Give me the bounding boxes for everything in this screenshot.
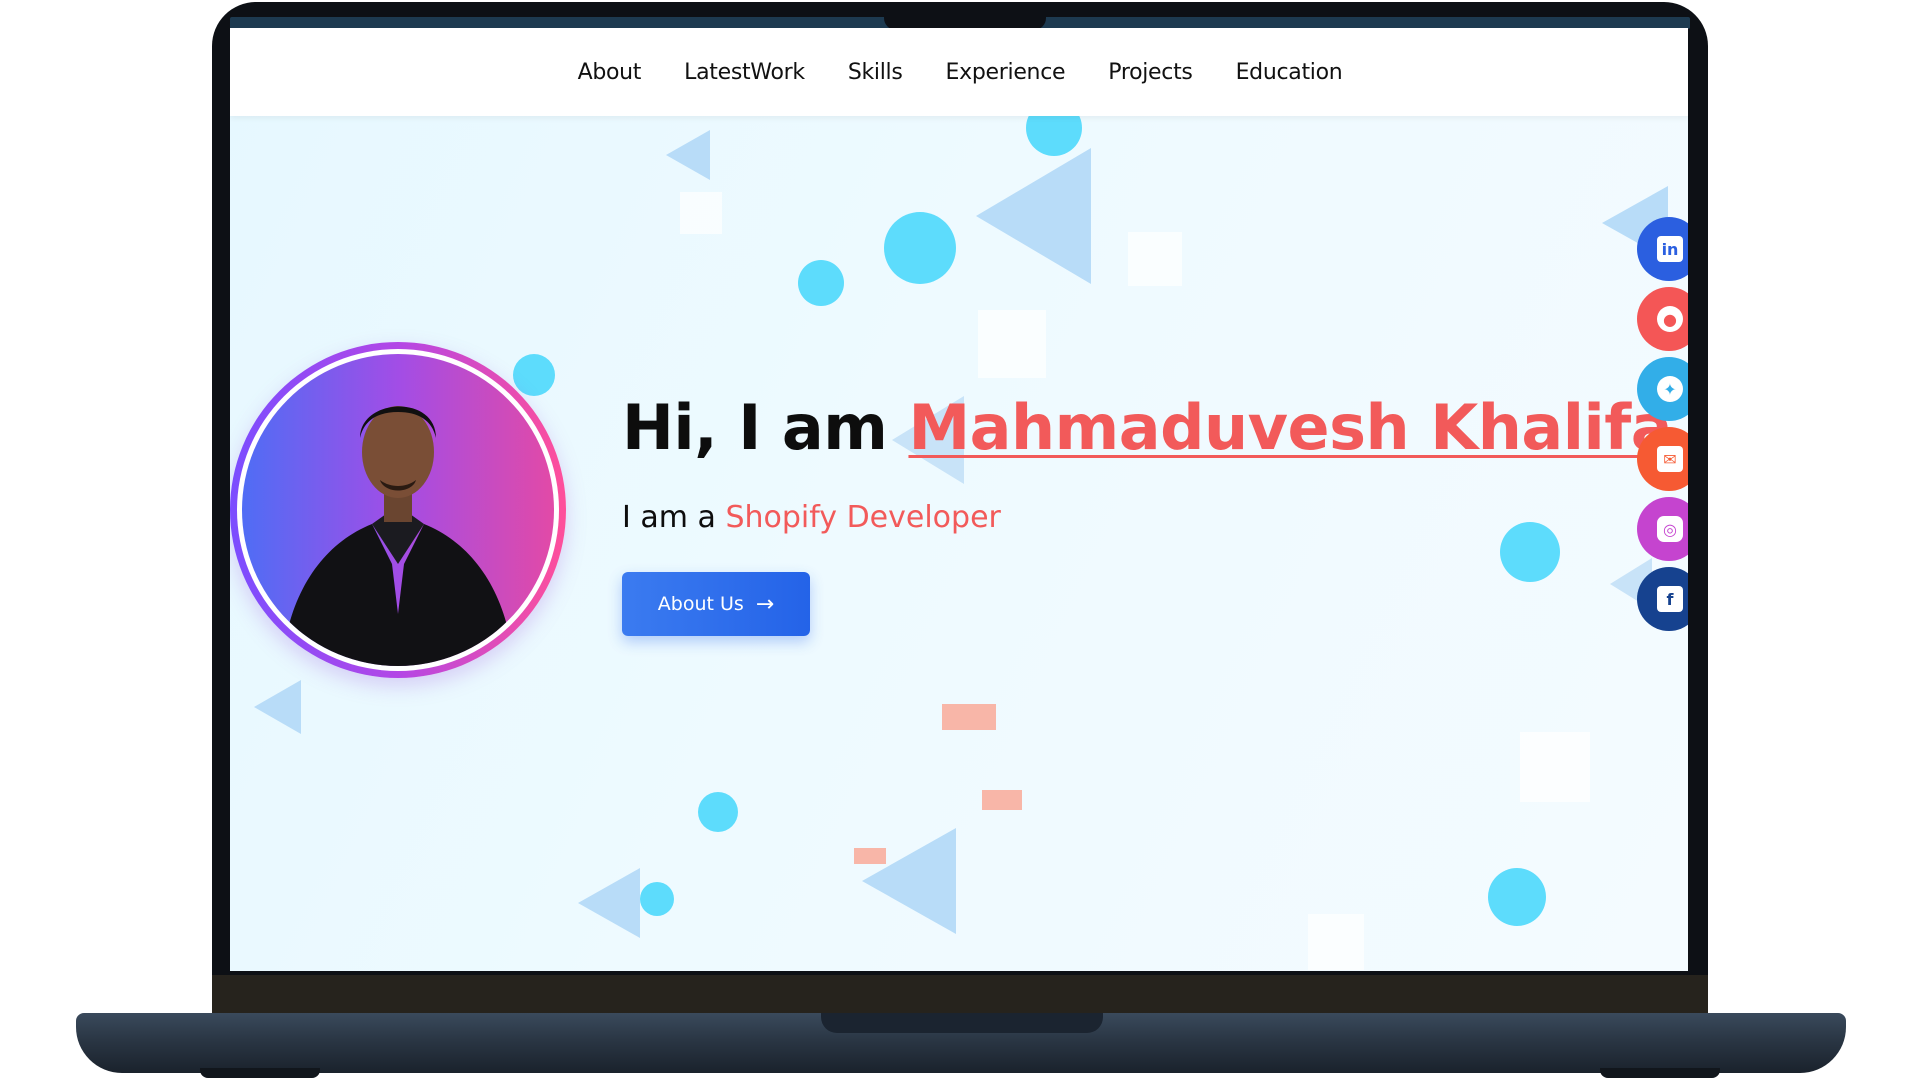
bg-dot — [1488, 868, 1546, 926]
nav-experience[interactable]: Experience — [946, 60, 1066, 85]
bg-dot — [1500, 522, 1560, 582]
bg-dot — [884, 212, 956, 284]
bg-square — [978, 310, 1046, 378]
instagram-icon: ◎ — [1657, 516, 1683, 542]
linkedin-button[interactable]: in — [1637, 217, 1688, 281]
bg-square — [1308, 914, 1364, 970]
hero-role-prefix: I am a — [622, 500, 716, 535]
bg-rectangle — [854, 848, 886, 864]
facebook-icon: f — [1657, 586, 1683, 612]
email-button[interactable]: ✉ — [1637, 427, 1688, 491]
bg-triangle — [976, 148, 1091, 284]
profile-photo — [242, 354, 554, 666]
top-navbar: About LatestWork Skills Experience Proje… — [230, 28, 1688, 116]
nav-latestwork[interactable]: LatestWork — [684, 60, 805, 85]
bg-square — [680, 192, 722, 234]
profile-avatar — [230, 342, 566, 678]
arrow-right-icon: → — [755, 591, 775, 617]
bg-dot — [698, 792, 738, 832]
bg-square — [1128, 232, 1182, 286]
laptop-foot-right — [1600, 1068, 1720, 1078]
nav-education[interactable]: Education — [1236, 60, 1343, 85]
laptop-foot-left — [200, 1068, 320, 1078]
person-illustration — [282, 406, 514, 666]
linkedin-icon: in — [1657, 236, 1683, 262]
bg-triangle — [578, 868, 640, 938]
bg-rectangle — [982, 790, 1022, 810]
hero-greeting: Hi, I am — [622, 391, 888, 464]
hero-role: Shopify Developer — [725, 500, 1001, 535]
laptop-notch — [884, 2, 1046, 30]
bg-triangle — [254, 680, 301, 734]
website-screen: About LatestWork Skills Experience Proje… — [230, 28, 1688, 971]
github-button[interactable]: ● — [1637, 287, 1688, 351]
bg-triangle — [666, 130, 710, 180]
bg-dot — [798, 260, 844, 306]
bg-dot — [513, 354, 555, 396]
laptop-chin — [212, 975, 1708, 1013]
github-icon: ● — [1657, 306, 1683, 332]
laptop-lip — [821, 1013, 1103, 1033]
hero-subheading: I am a Shopify Developer — [622, 500, 1001, 535]
about-us-label: About Us — [657, 593, 744, 615]
about-us-button[interactable]: About Us → — [622, 572, 810, 636]
hero-heading: Hi, I am Mahmaduvesh Khalifa — [622, 391, 1673, 464]
nav-projects[interactable]: Projects — [1108, 60, 1193, 85]
bg-triangle — [862, 828, 956, 934]
bg-rectangle — [942, 704, 996, 730]
bg-square — [1520, 732, 1590, 802]
instagram-button[interactable]: ◎ — [1637, 497, 1688, 561]
facebook-button[interactable]: f — [1637, 567, 1688, 631]
nav-about[interactable]: About — [578, 60, 642, 85]
laptop-base — [76, 1013, 1846, 1073]
nav-skills[interactable]: Skills — [848, 60, 903, 85]
bg-dot — [640, 882, 674, 916]
hero-name[interactable]: Mahmaduvesh Khalifa — [908, 391, 1672, 464]
twitter-icon: ✦ — [1657, 376, 1683, 402]
mail-icon: ✉ — [1657, 446, 1683, 472]
